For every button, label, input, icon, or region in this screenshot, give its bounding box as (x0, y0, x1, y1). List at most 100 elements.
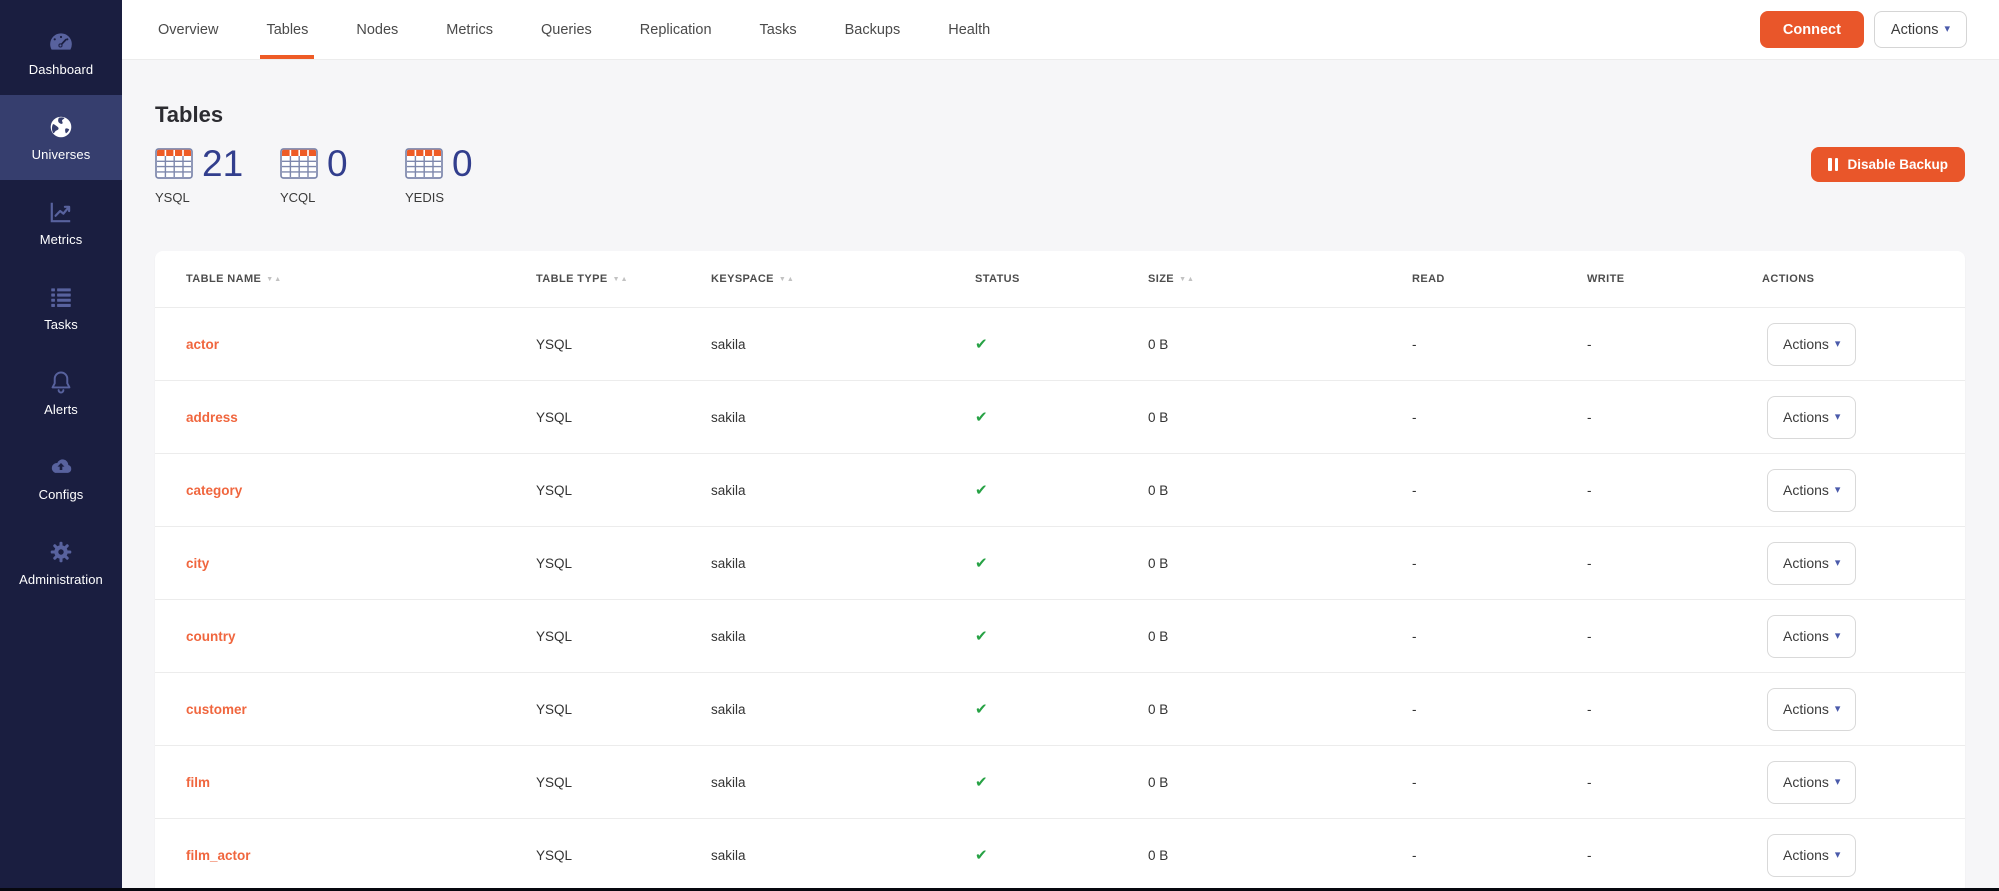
tables-list-card: TABLE NAME▼▲ TABLE TYPE▼▲ KEYSPACE▼▲ STA… (155, 251, 1965, 891)
table-name-link[interactable]: actor (186, 337, 219, 352)
read-cell: - (1412, 337, 1587, 352)
write-cell: - (1587, 775, 1762, 790)
stat-ysql: 21 YSQL (155, 145, 280, 205)
ysql-count: 21 (202, 145, 243, 182)
write-cell: - (1587, 629, 1762, 644)
size-cell: 0 B (1148, 483, 1412, 498)
row-actions-button[interactable]: Actions ▾ (1767, 323, 1856, 366)
tab-nodes[interactable]: Nodes (356, 0, 398, 59)
sidebar-item-label: Alerts (44, 402, 78, 417)
write-cell: - (1587, 702, 1762, 717)
row-actions-label: Actions (1783, 409, 1829, 425)
tab-tasks[interactable]: Tasks (760, 0, 797, 59)
sidebar-item-dashboard[interactable]: Dashboard (0, 10, 122, 95)
tab-overview[interactable]: Overview (158, 0, 218, 59)
row-actions-button[interactable]: Actions ▾ (1767, 834, 1856, 877)
table-type-cell: YSQL (536, 337, 711, 352)
sidebar-item-configs[interactable]: Configs (0, 435, 122, 520)
table-name-link[interactable]: customer (186, 702, 247, 717)
sidebar-item-universes[interactable]: Universes (0, 95, 122, 180)
table-type-cell: YSQL (536, 629, 711, 644)
keyspace-cell: sakila (711, 702, 975, 717)
tab-backups[interactable]: Backups (845, 0, 901, 59)
ysql-label: YSQL (155, 190, 280, 205)
connect-button[interactable]: Connect (1760, 11, 1864, 48)
row-actions-button[interactable]: Actions ▾ (1767, 688, 1856, 731)
list-icon (48, 284, 74, 310)
status-ok-icon: ✔ (975, 701, 988, 718)
table-name-link[interactable]: country (186, 629, 236, 644)
tab-replication[interactable]: Replication (640, 0, 712, 59)
chevron-down-icon: ▾ (1835, 631, 1841, 642)
keyspace-cell: sakila (711, 483, 975, 498)
row-actions-button[interactable]: Actions ▾ (1767, 761, 1856, 804)
sidebar-item-label: Configs (39, 487, 84, 502)
tab-queries[interactable]: Queries (541, 0, 592, 59)
sidebar-item-label: Metrics (40, 232, 83, 247)
size-cell: 0 B (1148, 629, 1412, 644)
read-cell: - (1412, 775, 1587, 790)
table-name-link[interactable]: film_actor (186, 848, 251, 863)
sidebar-item-label: Dashboard (29, 62, 94, 77)
chevron-down-icon: ▾ (1835, 850, 1841, 861)
stat-yedis: 0 YEDIS (405, 145, 530, 205)
write-cell: - (1587, 337, 1762, 352)
row-actions-label: Actions (1783, 482, 1829, 498)
header-keyspace[interactable]: KEYSPACE▼▲ (711, 273, 975, 285)
write-cell: - (1587, 556, 1762, 571)
chevron-down-icon: ▾ (1835, 777, 1841, 788)
universe-topbar: Overview Tables Nodes Metrics Queries Re… (122, 0, 1999, 60)
row-actions-button[interactable]: Actions ▾ (1767, 615, 1856, 658)
row-actions-button[interactable]: Actions ▾ (1767, 469, 1856, 512)
table-row: address YSQL sakila ✔ 0 B - - Actions ▾ (155, 381, 1965, 454)
row-actions-button[interactable]: Actions ▾ (1767, 542, 1856, 585)
table-row: category YSQL sakila ✔ 0 B - - Actions ▾ (155, 454, 1965, 527)
tab-health[interactable]: Health (948, 0, 990, 59)
table-row: film_actor YSQL sakila ✔ 0 B - - Actions… (155, 819, 1965, 891)
yedis-label: YEDIS (405, 190, 530, 205)
disable-backup-button[interactable]: Disable Backup (1811, 147, 1965, 182)
cloud-upload-icon (48, 454, 74, 480)
table-type-cell: YSQL (536, 702, 711, 717)
tab-tables[interactable]: Tables (266, 0, 308, 59)
keyspace-cell: sakila (711, 848, 975, 863)
status-ok-icon: ✔ (975, 847, 988, 864)
size-cell: 0 B (1148, 556, 1412, 571)
disable-backup-label: Disable Backup (1847, 157, 1948, 172)
size-cell: 0 B (1148, 410, 1412, 425)
universe-actions-button[interactable]: Actions ▾ (1874, 11, 1967, 48)
header-table-name[interactable]: TABLE NAME▼▲ (155, 273, 536, 285)
row-actions-button[interactable]: Actions ▾ (1767, 396, 1856, 439)
globe-icon (48, 114, 74, 140)
header-actions: ACTIONS (1762, 273, 1965, 285)
row-actions-label: Actions (1783, 847, 1829, 863)
table-type-cell: YSQL (536, 483, 711, 498)
keyspace-cell: sakila (711, 629, 975, 644)
chevron-down-icon: ▾ (1835, 412, 1841, 423)
table-name-link[interactable]: category (186, 483, 242, 498)
tab-metrics[interactable]: Metrics (446, 0, 493, 59)
sidebar-item-alerts[interactable]: Alerts (0, 350, 122, 435)
sort-icons: ▼▲ (779, 276, 795, 283)
chevron-down-icon: ▾ (1944, 24, 1950, 35)
pause-icon (1828, 158, 1838, 171)
table-name-link[interactable]: address (186, 410, 238, 425)
table-name-link[interactable]: city (186, 556, 209, 571)
sidebar-item-tasks[interactable]: Tasks (0, 265, 122, 350)
table-type-cell: YSQL (536, 775, 711, 790)
table-name-link[interactable]: film (186, 775, 210, 790)
sidebar-item-label: Administration (19, 572, 103, 587)
table-row: film YSQL sakila ✔ 0 B - - Actions ▾ (155, 746, 1965, 819)
tables-page: Tables 21 YSQL (122, 60, 1999, 891)
sort-icons: ▼▲ (613, 276, 629, 283)
table-grid-icon (280, 148, 318, 179)
header-table-type[interactable]: TABLE TYPE▼▲ (536, 273, 711, 285)
read-cell: - (1412, 556, 1587, 571)
sidebar-item-administration[interactable]: Administration (0, 520, 122, 605)
gauge-icon (48, 29, 74, 55)
stat-ycql: 0 YCQL (280, 145, 405, 205)
chevron-down-icon: ▾ (1835, 485, 1841, 496)
header-size[interactable]: SIZE▼▲ (1148, 273, 1412, 285)
sidebar-item-metrics[interactable]: Metrics (0, 180, 122, 265)
read-cell: - (1412, 848, 1587, 863)
